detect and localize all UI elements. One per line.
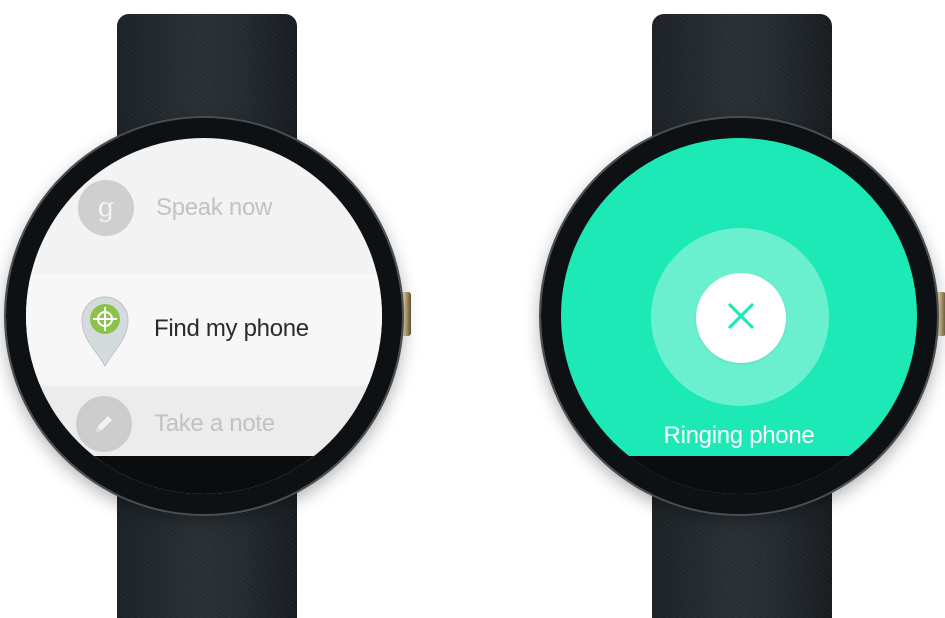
watch-screen-voice-actions: g Speak now Find my phone Take a note <box>26 138 382 494</box>
close-icon <box>724 299 758 338</box>
list-item-label: Find my phone <box>154 315 309 342</box>
watch-left: g Speak now Find my phone Take a note <box>0 0 420 618</box>
dismiss-ringing-button[interactable] <box>696 273 786 363</box>
find-phone-pin-icon <box>78 290 132 368</box>
watch-right: Ringing phone <box>535 0 945 618</box>
list-item-speak-now[interactable]: g Speak now <box>26 172 382 244</box>
list-item-label: Take a note <box>154 410 275 437</box>
list-item-label: Speak now <box>156 194 273 221</box>
list-item-find-my-phone[interactable]: Find my phone <box>26 274 382 384</box>
list-item-take-a-note[interactable]: Take a note <box>26 386 382 462</box>
screen-flat-tire <box>561 456 917 494</box>
google-g-glyph: g <box>97 193 115 223</box>
google-g-icon: g <box>78 180 134 236</box>
screen-flat-tire <box>26 456 382 494</box>
watch-screen-ringing: Ringing phone <box>561 138 917 494</box>
ringing-status-label: Ringing phone <box>663 422 815 449</box>
pencil-icon <box>76 396 132 452</box>
